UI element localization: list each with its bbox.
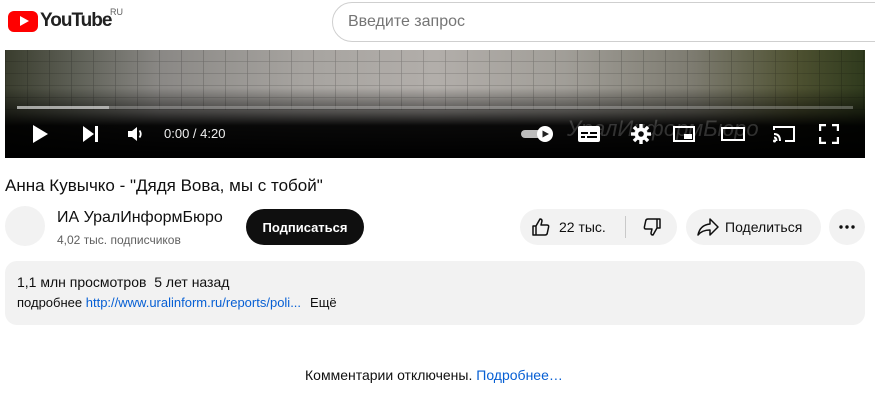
settings-icon <box>631 124 651 144</box>
theater-icon <box>721 127 745 141</box>
fullscreen-icon <box>819 124 839 144</box>
channel-avatar[interactable] <box>5 206 45 246</box>
dislike-button[interactable] <box>626 209 677 245</box>
logo-text: YouTube <box>40 10 112 31</box>
youtube-logo[interactable]: YouTube RU <box>8 7 123 32</box>
subtitles-icon <box>578 126 600 142</box>
more-dots-icon <box>839 225 855 229</box>
progress-loaded <box>17 106 109 109</box>
thumbs-up-icon <box>532 218 550 236</box>
play-button[interactable] <box>29 123 51 145</box>
miniplayer-button[interactable] <box>672 123 696 145</box>
show-more-button[interactable]: Ещё <box>310 295 337 310</box>
miniplayer-icon <box>673 126 695 142</box>
share-icon <box>697 218 719 236</box>
volume-icon <box>128 127 142 141</box>
region-code: RU <box>110 7 123 17</box>
fullscreen-button[interactable] <box>818 123 840 145</box>
description-box[interactable]: 1,1 млн просмотров 5 лет назад подробнее… <box>5 261 865 325</box>
settings-button[interactable] <box>629 123 653 145</box>
search-box[interactable] <box>332 2 875 42</box>
share-label: Поделиться <box>725 219 803 235</box>
theater-mode-button[interactable] <box>720 123 746 145</box>
next-icon <box>83 126 98 142</box>
subtitles-button[interactable] <box>577 123 601 145</box>
description-link[interactable]: http://www.uralinform.ru/reports/poli... <box>86 295 301 310</box>
more-actions-button[interactable] <box>829 209 865 245</box>
channel-name[interactable]: ИА УралИнформБюро <box>57 209 223 227</box>
description-text: подробнее http://www.uralinform.ru/repor… <box>17 295 337 310</box>
autoplay-toggle[interactable] <box>520 123 556 145</box>
thumbs-down-icon <box>643 218 661 236</box>
youtube-play-icon <box>8 10 38 32</box>
progress-bar[interactable] <box>17 106 853 109</box>
comments-disabled-notice: Комментарии отключены. Подробнее… <box>305 367 563 383</box>
volume-button[interactable] <box>125 123 147 145</box>
description-prefix: подробнее <box>17 295 86 310</box>
view-stats: 1,1 млн просмотров 5 лет назад <box>17 274 230 290</box>
video-frame-texture <box>5 50 865 110</box>
next-button[interactable] <box>79 123 103 145</box>
cast-button[interactable] <box>772 123 796 145</box>
video-player[interactable]: 0:00 / 4:20 УралИнформБюро <box>5 50 865 158</box>
comments-disabled-text: Комментарии отключены. <box>305 367 477 383</box>
like-dislike-group: 22 тыс. <box>520 209 677 245</box>
subscriber-count: 4,02 тыс. подписчиков <box>57 233 181 247</box>
video-title: Анна Кувычко - "Дядя Вова, мы с тобой" <box>5 176 323 195</box>
time-display: 0:00 / 4:20 <box>164 126 226 141</box>
play-icon <box>33 125 48 143</box>
autoplay-toggle-icon <box>521 126 553 142</box>
subscribe-button[interactable]: Подписаться <box>246 209 364 245</box>
search-input[interactable] <box>348 13 875 31</box>
like-button[interactable]: 22 тыс. <box>520 209 625 245</box>
share-button[interactable]: Поделиться <box>686 209 821 245</box>
comments-learn-more-link[interactable]: Подробнее… <box>476 367 563 383</box>
cast-icon <box>773 126 795 143</box>
like-count: 22 тыс. <box>559 219 606 235</box>
